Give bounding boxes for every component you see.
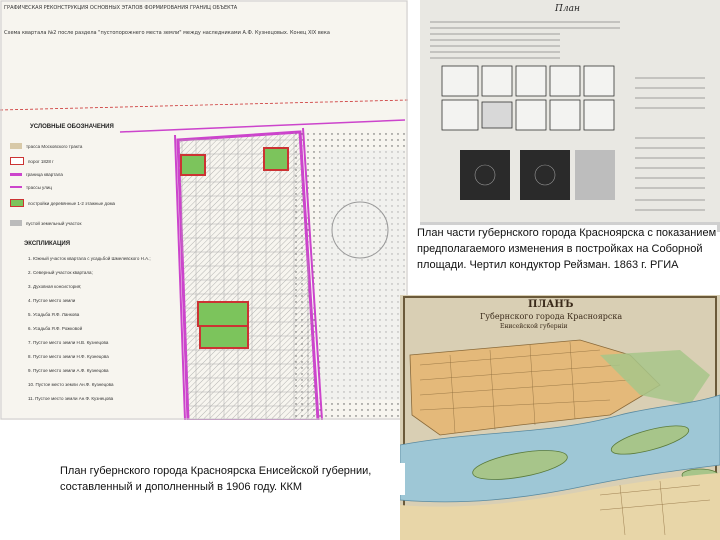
explication-item: 4. Пустое место земли	[28, 298, 76, 303]
explication-item: 1. Южный участок квартала с усадьбой Шме…	[28, 256, 151, 261]
legend-item: трассы улиц	[10, 182, 52, 192]
explication-item: 7. Пустое место земли Н.В. Кузнецова	[28, 340, 109, 345]
legend-item: пустой земельный участок	[10, 218, 81, 228]
explication-item: 2. Северный участок квартала;	[28, 270, 93, 275]
explication-item: 5. Усадьба Я.Ф. Ланкова	[28, 312, 80, 317]
explication-item: 10. Пустое место земли Ан.Ф. Кузнецова	[28, 382, 114, 387]
legend-item: граница квартала	[10, 169, 63, 179]
dark-block	[460, 150, 510, 200]
green-plot	[180, 154, 206, 176]
map-1906: ПЛАНЪ Губернского города Красноярска Ени…	[400, 295, 720, 540]
caption-1906: План губернского города Красноярска Енис…	[60, 463, 405, 495]
explication-title: ЭКСПЛИКАЦИЯ	[24, 241, 71, 247]
legend-item: порог 1828 г	[10, 156, 54, 166]
explication-item: 11. Пустое место земли Ан.Ф. Кузнецова	[28, 396, 114, 401]
legend-title: УСЛОВНЫЕ ОБОЗНАЧЕНИЯ	[30, 124, 114, 130]
plan-1863-drawing	[420, 21, 720, 232]
explication-item: 3. Духовная консистория;	[28, 284, 82, 289]
green-plot	[197, 301, 249, 327]
explication-item: 8. Пустое место земли Н.Ф. Кузнецова	[28, 354, 109, 359]
explication-item: 6. Усадьба Я.Ф. Рожковой	[28, 326, 83, 331]
dark-block	[520, 150, 570, 200]
city-blocks	[441, 65, 615, 131]
plan-1863: План	[420, 0, 720, 232]
explication-item: 9. Пустое место земли А.Ф. Кузнецова	[28, 368, 109, 373]
reconstruction-plan: ГРАФИЧЕСКАЯ РЕКОНСТРУКЦИЯ ОСНОВНЫХ ЭТАПО…	[0, 0, 408, 420]
legend-item: трасса Московского тракта	[10, 141, 82, 151]
green-plot	[263, 147, 289, 171]
caption-1863: План части губернского города Красноярск…	[417, 225, 717, 273]
green-plot	[199, 325, 249, 349]
legend-item: постройки деревянные 1-2 этажные дома	[10, 198, 115, 208]
map-1906-drawing	[400, 296, 720, 540]
